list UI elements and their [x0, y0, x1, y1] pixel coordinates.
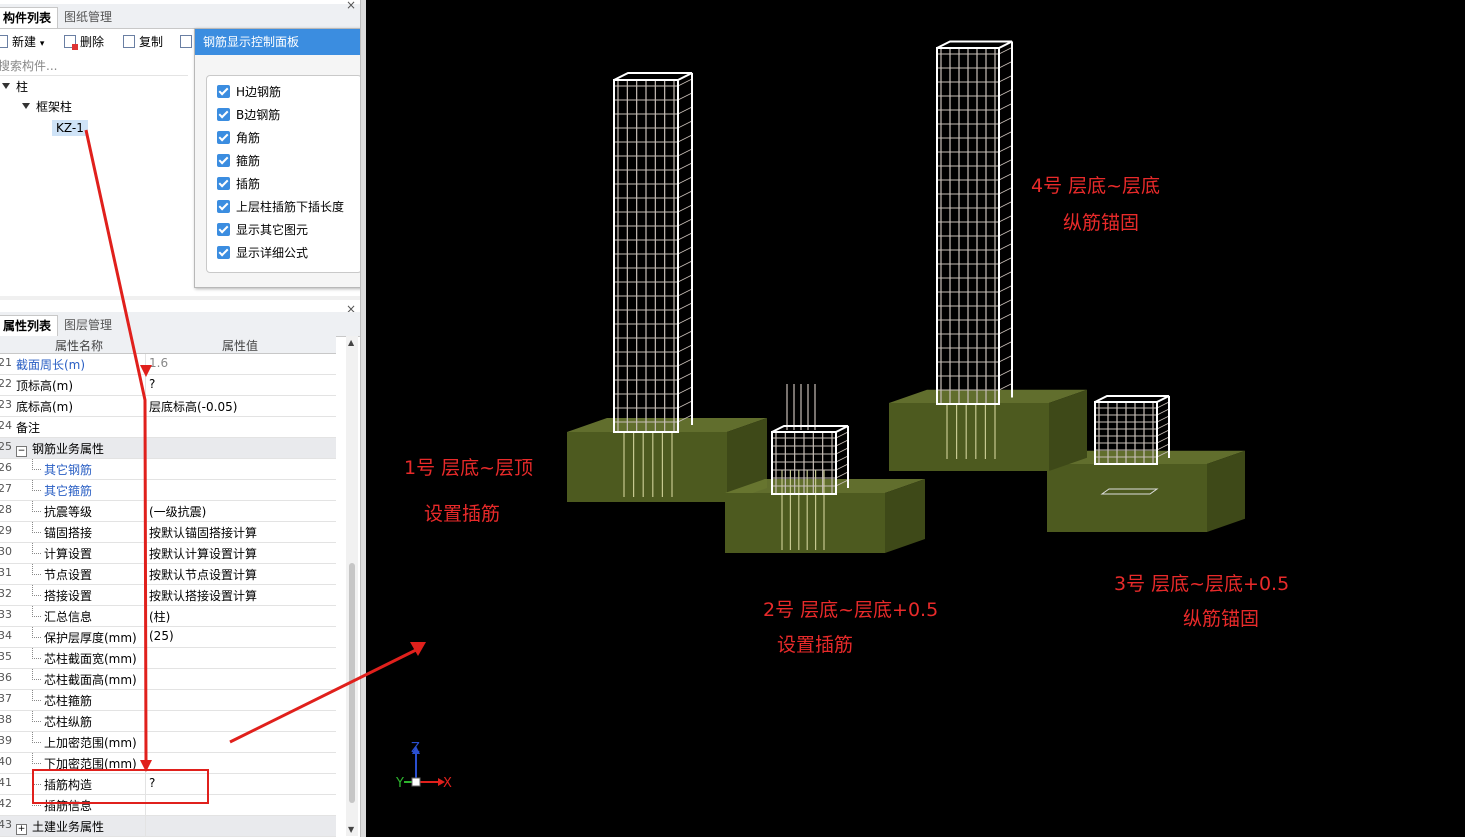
column-1-stirrup	[677, 148, 693, 157]
column-1-stirrup	[677, 316, 693, 325]
column-3-stirrup	[1156, 436, 1170, 444]
column-4-stirrup	[998, 285, 1013, 293]
column-4-stirrup	[998, 187, 1013, 195]
footing-2-front	[725, 493, 885, 553]
column-1-stirrup	[677, 162, 693, 171]
column-4-stirrup	[998, 327, 1013, 335]
annotation-3-line1: 3号 层底~层底+0.5	[1114, 573, 1290, 595]
column-1-stirrup	[677, 400, 693, 409]
arrow-head	[140, 760, 152, 772]
red-arrow-diagonal	[229, 646, 421, 744]
red-arrow-vertical	[84, 129, 148, 761]
column-4-stirrup	[998, 117, 1013, 125]
column-3-stirrup	[1156, 443, 1170, 451]
column-3-stirrup	[1156, 401, 1170, 409]
column-4-stirrup	[998, 159, 1013, 167]
column-4-stirrup	[998, 313, 1013, 321]
column-1-stirrup	[677, 232, 693, 241]
column-3-stirrup	[1156, 408, 1170, 416]
column-1-stirrup	[677, 92, 693, 101]
column-1-stirrup	[677, 218, 693, 227]
footing-3-front	[1047, 464, 1207, 532]
column-1-stirrup	[677, 274, 693, 283]
column-1-stirrup	[677, 330, 693, 339]
column-4-stirrup	[998, 355, 1013, 363]
axis-gizmo: Z X Y	[395, 741, 452, 791]
column-4-stirrup	[998, 271, 1013, 279]
column-4-stirrup	[998, 215, 1013, 223]
column-3-stirrup	[1156, 422, 1170, 430]
column-1-stirrup	[677, 134, 693, 143]
column-1-stirrup	[677, 372, 693, 381]
column-1-stirrup	[677, 190, 693, 199]
column-4-stirrup	[998, 257, 1013, 265]
arrow-head	[140, 365, 152, 377]
column-1-stirrup	[677, 358, 693, 367]
footing-1-front	[567, 432, 727, 502]
column-4-stirrup	[998, 61, 1013, 69]
column-4-stirrup	[998, 103, 1013, 111]
column-4-stirrup	[998, 131, 1013, 139]
column-4-stirrup	[998, 75, 1013, 83]
axis-x-label: X	[443, 776, 452, 791]
column-1-stirrup	[677, 106, 693, 115]
annotation-3-line2: 纵筋锚固	[1183, 608, 1260, 630]
column-1-stirrup	[677, 344, 693, 353]
footing-3-side	[1207, 450, 1245, 532]
column-4-stirrup	[998, 201, 1013, 209]
column-3-stirrup	[1156, 429, 1170, 437]
column-2-stirrup	[835, 447, 849, 455]
axis-y-label: Y	[395, 776, 404, 791]
annotation-2-line1: 2号 层底~层底+0.5	[763, 599, 939, 621]
annotation-4-line1: 4号 层底~层底	[1031, 175, 1161, 197]
annotation-1-line2: 设置插筋	[424, 503, 501, 525]
column-2-stirrup	[835, 431, 849, 439]
column-4-stirrup	[998, 369, 1013, 377]
column-4-stirrup	[998, 341, 1013, 349]
column-4-stirrup	[998, 299, 1013, 307]
3d-scene: Z X Y	[84, 40, 1245, 791]
column-2-stirrup	[835, 463, 849, 471]
column-2-stirrup	[835, 471, 849, 479]
column-1-stirrup	[677, 260, 693, 269]
column-4-stirrup	[998, 145, 1013, 153]
arrow-head	[410, 642, 426, 656]
column-1-stirrup	[677, 386, 693, 395]
column-4-stirrup	[998, 47, 1013, 55]
column-2-stirrup	[835, 455, 849, 463]
column-1-stirrup	[677, 302, 693, 311]
column-1-stirrup	[677, 120, 693, 129]
column-1-outline-top	[613, 72, 693, 81]
annotation-2-line2: 设置插筋	[777, 634, 854, 656]
column-1-stirrup	[677, 246, 693, 255]
annotation-1-line1: 1号 层底~层顶	[404, 457, 534, 479]
column-1-stirrup	[677, 288, 693, 297]
column-4-stirrup	[998, 89, 1013, 97]
column-4-stirrup	[998, 243, 1013, 251]
column-2-stirrup	[835, 439, 849, 447]
column-4-stirrup	[998, 229, 1013, 237]
column-3-stirrup	[1156, 415, 1170, 423]
column-1-stirrup	[677, 176, 693, 185]
column-4-stirrup	[998, 173, 1013, 181]
footing-4-front	[889, 403, 1049, 471]
column-4-stirrup	[998, 383, 1013, 391]
annotation-4-line2: 纵筋锚固	[1063, 212, 1140, 234]
axis-z-label: Z	[411, 741, 420, 756]
column-1-stirrup	[677, 204, 693, 213]
footing-4-side	[1049, 389, 1087, 471]
